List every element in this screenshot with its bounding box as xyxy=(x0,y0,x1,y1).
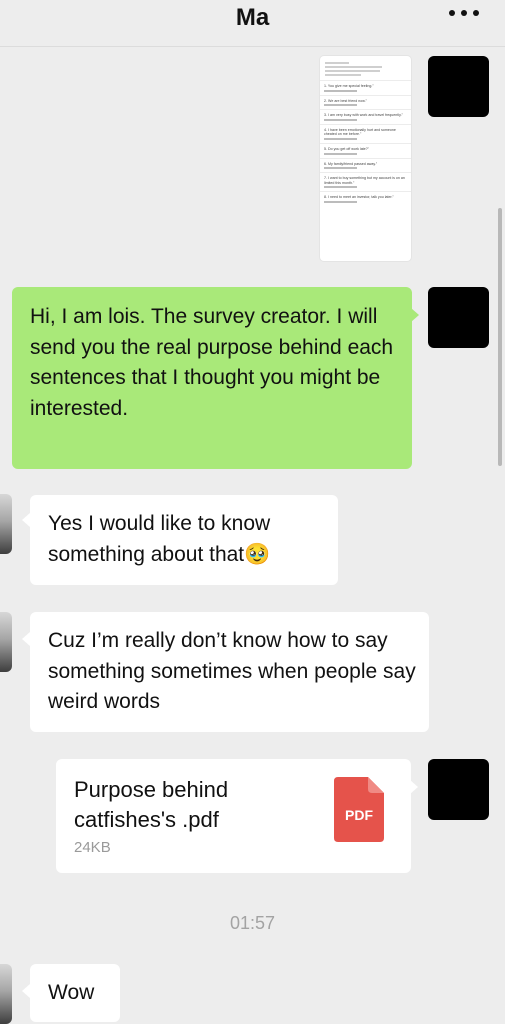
message-text: Yes I would like to know something about… xyxy=(48,512,271,566)
pdf-file-icon: PDF xyxy=(334,777,384,842)
file-message-card[interactable]: Purpose behind catfishes's .pdf 24KB PDF xyxy=(56,759,411,873)
contact-avatar[interactable] xyxy=(0,612,12,672)
received-message-bubble[interactable]: Yes I would like to know something about… xyxy=(30,495,338,585)
message-text: Cuz I’m really don’t know how to say som… xyxy=(48,629,416,713)
thumbnail-question: 3. I am very busy with work and travel f… xyxy=(320,109,411,124)
chat-title: Ma xyxy=(235,4,270,31)
file-name: Purpose behind catfishes's .pdf xyxy=(74,777,229,832)
thumbnail-question: 4. I have been emotionally hurt and some… xyxy=(320,123,411,143)
thumbnail-question: 6. My family/friend passed away." xyxy=(320,157,411,173)
contact-avatar[interactable] xyxy=(0,494,12,554)
document-image-message[interactable]: 1. You give me special feeling." 2. We a… xyxy=(320,56,411,261)
contact-avatar[interactable] xyxy=(0,964,12,1024)
bubble-tail xyxy=(410,780,418,794)
my-avatar[interactable] xyxy=(428,56,489,117)
timestamp: 01:57 xyxy=(229,913,276,933)
thumbnail-question: 2. We are best friend now." xyxy=(320,94,411,110)
pdf-icon-label: PDF xyxy=(345,807,373,823)
thumbnail-question: 1. You give me special feeling." xyxy=(320,80,411,95)
received-message-bubble[interactable]: Wow xyxy=(30,964,120,1022)
bubble-tail xyxy=(411,308,419,322)
message-text: Wow xyxy=(48,981,95,1004)
more-options-icon[interactable] xyxy=(449,10,479,16)
bubble-tail xyxy=(22,984,30,998)
my-avatar[interactable] xyxy=(428,287,489,348)
bubble-tail xyxy=(22,513,30,527)
thumbnail-question: 7. I want to buy something but my accoun… xyxy=(320,172,411,191)
my-avatar[interactable] xyxy=(428,759,489,820)
received-message-bubble[interactable]: Cuz I’m really don’t know how to say som… xyxy=(30,612,429,732)
thumbnail-question: 8. I need to meet an investor, talk you … xyxy=(320,191,411,206)
chat-header: Ma xyxy=(0,0,505,47)
message-text: Hi, I am lois. The survey creator. I wil… xyxy=(30,305,394,420)
file-size: 24KB xyxy=(74,839,111,856)
thumbnail-header xyxy=(320,56,411,80)
thumbnail-question: 5. Do you get off work late?" xyxy=(320,142,411,158)
scrollbar[interactable] xyxy=(498,208,502,466)
sent-message-bubble[interactable]: Hi, I am lois. The survey creator. I wil… xyxy=(12,287,412,469)
bubble-tail xyxy=(22,632,30,646)
